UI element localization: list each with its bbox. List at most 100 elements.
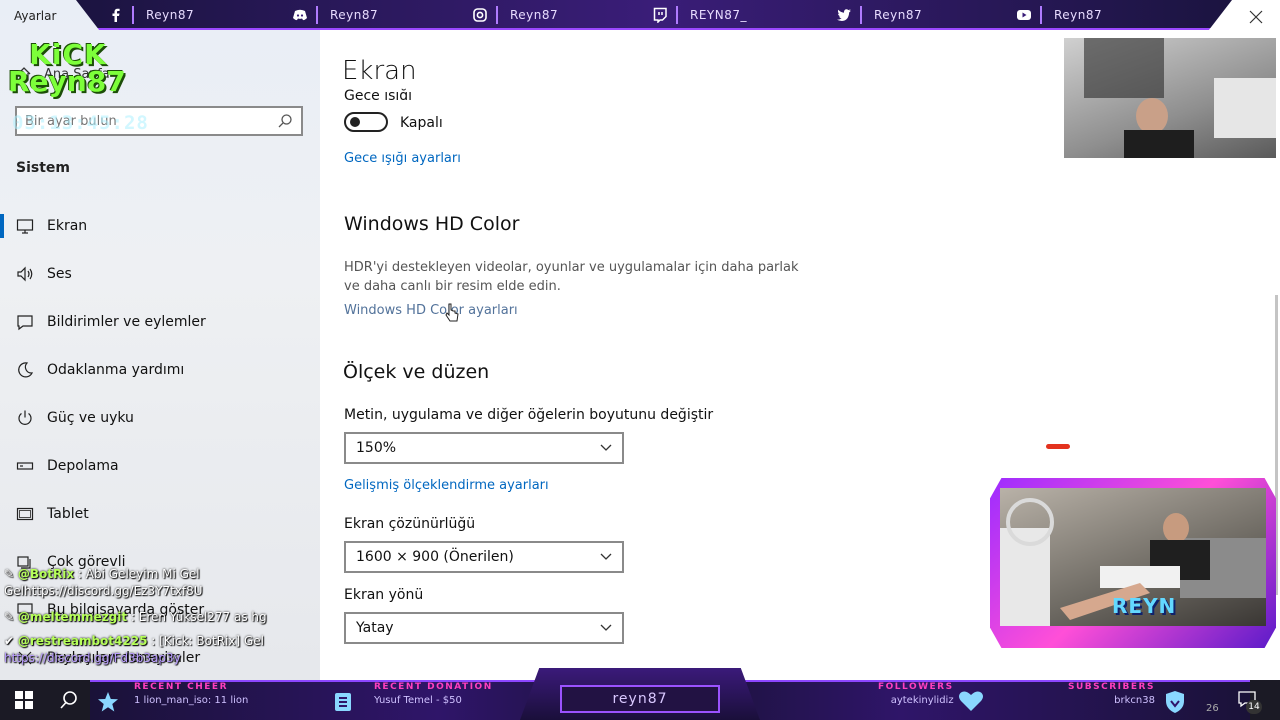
power-icon — [16, 409, 34, 427]
window-title: Ayarlar — [14, 9, 57, 23]
social-youtube: Reyn87 — [1016, 0, 1102, 30]
close-icon[interactable] — [1247, 8, 1265, 26]
stream-timer: 03:13:45:28 — [12, 112, 149, 134]
recent-donation-title: RECENT DONATION — [374, 682, 493, 692]
sidebar-item-display[interactable]: Ekran — [0, 202, 320, 250]
moon-icon — [16, 361, 34, 379]
separator — [860, 6, 862, 24]
page-title: Ekran — [342, 56, 417, 86]
youtube-icon — [1017, 10, 1031, 20]
chat-user: @meltemmezgit — [17, 610, 128, 624]
social-name: Reyn87 — [330, 8, 379, 22]
twitter-icon — [837, 9, 851, 21]
chat-user: @restreambot4225 — [17, 634, 148, 648]
resolution-label: Ekran çözünürlüğü — [344, 516, 476, 532]
taskbar-search-button[interactable] — [52, 680, 86, 720]
search-icon[interactable] — [277, 113, 293, 129]
scale-dropdown[interactable]: 150% — [344, 432, 624, 464]
webcam-top-feed — [1064, 38, 1276, 158]
sidebar-item-label: Bildirimler ve eylemler — [47, 314, 206, 330]
recent-cheer-value: 1 lion_man_iso: 11 lion — [134, 695, 249, 706]
advanced-scaling-link[interactable]: Gelişmiş ölçeklendirme ayarları — [344, 478, 549, 493]
night-light-state: Kapalı — [400, 115, 443, 131]
recent-donation: RECENT DONATION Yusuf Temel - $50 — [374, 682, 493, 720]
channel-name-tab: reyn87 — [560, 685, 720, 713]
donation-icon — [335, 693, 351, 711]
chat-overlay: ✎ @BotRix : Abi Geleyim Mi Gel Gelhttps:… — [4, 566, 314, 667]
chat-message: Gelhttps://discord.gg/Ez3Y7txf8U — [4, 583, 314, 600]
scale-value: 150% — [356, 440, 397, 456]
chat-separator: : — [74, 567, 86, 581]
orientation-value: Yatay — [356, 620, 394, 636]
night-light-settings-link[interactable]: Gece ışığı ayarları — [344, 151, 461, 166]
sidebar-item-tablet[interactable]: Tablet — [0, 490, 320, 538]
shield-icon — [1166, 691, 1184, 713]
scale-layout-heading: Ölçek ve düzen — [343, 361, 490, 383]
sidebar-item-focus-assist[interactable]: Odaklanma yardımı — [0, 346, 320, 394]
kick-logo-line2: Reyn87 — [8, 65, 126, 98]
section-label-system: Sistem — [16, 160, 70, 176]
social-twitch: REYN87_ — [652, 0, 747, 30]
chevron-down-icon — [600, 624, 612, 631]
sidebar-item-label: Ekran — [47, 218, 88, 234]
separator — [1040, 6, 1042, 24]
orientation-label: Ekran yönü — [344, 587, 424, 603]
orientation-dropdown[interactable]: Yatay — [344, 612, 624, 644]
separator — [132, 6, 134, 24]
social-name: Reyn87 — [146, 8, 195, 22]
sidebar-item-label: Odaklanma yardımı — [47, 362, 185, 378]
chat-text: https://discord.gg/Fd3b3ap3y — [4, 651, 181, 665]
chevron-down-icon — [600, 553, 612, 560]
social-name: REYN87_ — [690, 8, 747, 22]
resolution-dropdown[interactable]: 1600 × 900 (Önerilen) — [344, 541, 624, 573]
speaker-icon — [16, 265, 34, 283]
social-name: Reyn87 — [1054, 8, 1103, 22]
instagram-icon — [473, 8, 487, 22]
webcam-top-image — [1084, 38, 1276, 158]
subscribers-title: SUBSCRIBERS — [1068, 682, 1155, 692]
night-light-toggle[interactable] — [344, 112, 388, 132]
kick-channel-logo: KiCK Reyn87 — [8, 38, 128, 98]
notification-count-badge: 14 — [1246, 700, 1262, 714]
start-button[interactable] — [0, 680, 48, 720]
red-marker — [1046, 444, 1070, 449]
night-light-label: Gece ışığı — [344, 88, 413, 100]
social-twitter: Reyn87 — [836, 0, 922, 30]
chat-text: Abi Geleyim Mi Gel — [85, 567, 200, 581]
followers-value: aytekinylidiz — [890, 695, 954, 706]
sidebar-item-label: Depolama — [47, 458, 119, 474]
sidebar-item-power-sleep[interactable]: Güç ve uyku — [0, 394, 320, 442]
hd-color-heading: Windows HD Color — [344, 213, 520, 235]
social-facebook: Reyn87 — [108, 0, 194, 30]
search-icon — [60, 691, 77, 709]
chat-separator: : — [127, 610, 139, 624]
taskbar-clock-partial: 26 — [1206, 703, 1219, 714]
monitor-icon — [16, 217, 34, 235]
sidebar-item-storage[interactable]: Depolama — [0, 442, 320, 490]
action-center-button[interactable]: 14 — [1236, 688, 1262, 714]
separator — [676, 6, 678, 24]
mouse-cursor-icon — [445, 303, 459, 322]
hd-color-settings-link[interactable]: Windows HD Color ayarları — [344, 303, 518, 318]
star-icon — [98, 692, 118, 712]
discord-icon — [293, 9, 307, 21]
chat-text: Gelhttps://discord.gg/Ez3Y7txf8U — [4, 584, 203, 598]
social-name: Reyn87 — [874, 8, 923, 22]
chat-message: ✎ @BotRix : Abi Geleyim Mi Gel — [4, 567, 200, 581]
chat-user: @BotRix — [17, 567, 75, 581]
sidebar-item-notifications[interactable]: Bildirimler ve eylemler — [0, 298, 320, 346]
sidebar-item-sound[interactable]: Ses — [0, 250, 320, 298]
tablet-icon — [16, 505, 34, 523]
chat-text: [Kick: BotRix] Gel — [159, 634, 264, 648]
followers-title: FOLLOWERS — [878, 682, 954, 692]
followers: FOLLOWERS aytekinylidiz — [878, 682, 954, 720]
separator — [496, 6, 498, 24]
twitch-icon — [653, 7, 667, 23]
windows-icon — [15, 691, 33, 709]
social-name: Reyn87 — [510, 8, 559, 22]
chevron-down-icon — [600, 444, 612, 451]
sidebar-item-label: Ses — [47, 266, 72, 282]
size-label: Metin, uygulama ve diğer öğelerin boyutu… — [344, 407, 714, 423]
social-instagram: Reyn87 — [472, 0, 558, 30]
webcam-name-label: REYN — [1112, 594, 1177, 618]
